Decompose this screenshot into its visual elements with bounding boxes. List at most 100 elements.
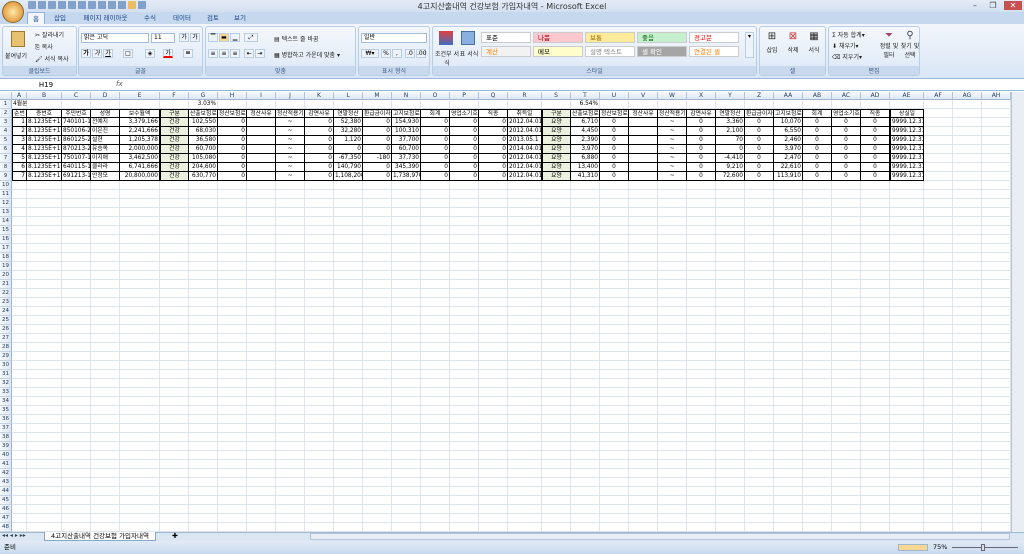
cell[interactable] xyxy=(247,325,276,334)
cell[interactable] xyxy=(218,226,247,235)
cell[interactable] xyxy=(982,244,1011,253)
cell[interactable] xyxy=(392,298,421,307)
cell[interactable] xyxy=(305,514,334,523)
cell[interactable] xyxy=(363,397,392,406)
autosum-button[interactable]: Σ 자동 합계▾ xyxy=(832,30,865,39)
data-cell[interactable]: 9999.12.31 xyxy=(890,136,924,145)
row-header[interactable]: 27 xyxy=(0,334,12,343)
cell[interactable] xyxy=(571,415,600,424)
cell[interactable] xyxy=(363,262,392,271)
cell[interactable] xyxy=(832,505,861,514)
data-cell[interactable]: 2012.04.01 xyxy=(508,154,542,163)
cell[interactable] xyxy=(479,316,508,325)
cell[interactable] xyxy=(832,433,861,442)
cell[interactable] xyxy=(861,181,890,190)
cell[interactable] xyxy=(861,424,890,433)
cell[interactable] xyxy=(803,397,832,406)
cell[interactable] xyxy=(861,199,890,208)
cell[interactable] xyxy=(924,523,953,532)
data-cell[interactable]: 0 xyxy=(363,136,392,145)
data-cell[interactable]: 이은진 xyxy=(91,127,120,136)
data-cell[interactable] xyxy=(247,172,276,181)
cell[interactable] xyxy=(479,181,508,190)
cell[interactable] xyxy=(479,271,508,280)
align-icon[interactable] xyxy=(128,1,136,9)
cell[interactable] xyxy=(982,289,1011,298)
cell[interactable] xyxy=(218,262,247,271)
cell[interactable] xyxy=(542,361,571,370)
data-cell[interactable]: 0 xyxy=(832,136,861,145)
cell[interactable] xyxy=(982,109,1011,118)
cell[interactable] xyxy=(363,361,392,370)
cell[interactable] xyxy=(542,352,571,361)
cell[interactable] xyxy=(27,325,62,334)
cell[interactable] xyxy=(953,136,982,145)
cell[interactable] xyxy=(247,433,276,442)
data-cell[interactable]: 691213-1 xyxy=(62,172,91,181)
data-cell[interactable]: 1,738,970 xyxy=(392,172,421,181)
cell[interactable] xyxy=(658,469,687,478)
cell[interactable] xyxy=(62,100,91,109)
cell[interactable] xyxy=(421,343,450,352)
cell[interactable] xyxy=(745,325,774,334)
cell[interactable] xyxy=(160,262,189,271)
cell[interactable] xyxy=(890,505,924,514)
cell[interactable] xyxy=(687,235,716,244)
cell[interactable] xyxy=(629,334,658,343)
cell[interactable] xyxy=(276,514,305,523)
column-header[interactable]: P xyxy=(450,92,479,100)
cell[interactable] xyxy=(189,199,218,208)
data-cell[interactable]: 9999.12.31 xyxy=(890,127,924,136)
cell[interactable] xyxy=(479,343,508,352)
cell[interactable] xyxy=(745,352,774,361)
cell[interactable] xyxy=(363,325,392,334)
cell[interactable] xyxy=(276,190,305,199)
cell[interactable] xyxy=(890,208,924,217)
cell[interactable] xyxy=(658,190,687,199)
cell[interactable] xyxy=(305,298,334,307)
cell[interactable] xyxy=(542,379,571,388)
merge-center-button[interactable]: ▦ 병합하고 가운데 맞춤 ▾ xyxy=(274,50,340,59)
cell[interactable] xyxy=(658,181,687,190)
cell[interactable] xyxy=(392,226,421,235)
percent-button[interactable]: % xyxy=(381,49,391,58)
data-cell[interactable]: 요양 xyxy=(542,127,571,136)
cell[interactable] xyxy=(62,424,91,433)
cell[interactable] xyxy=(91,397,120,406)
cell[interactable] xyxy=(363,100,392,109)
cell[interactable] xyxy=(392,262,421,271)
column-header[interactable]: N xyxy=(392,92,421,100)
data-cell[interactable]: 9,210 xyxy=(716,163,745,172)
cell[interactable] xyxy=(687,442,716,451)
cell[interactable] xyxy=(982,316,1011,325)
data-cell[interactable]: 3,360 xyxy=(716,118,745,127)
cell[interactable] xyxy=(450,505,479,514)
cell[interactable] xyxy=(745,298,774,307)
cell[interactable] xyxy=(982,253,1011,262)
data-cell[interactable]: 2012.04.01 xyxy=(508,127,542,136)
column-title-cell[interactable]: 회계 xyxy=(421,109,450,118)
data-cell[interactable]: 0 xyxy=(479,127,508,136)
cell[interactable] xyxy=(571,442,600,451)
cell[interactable] xyxy=(953,478,982,487)
data-cell[interactable]: 100,310 xyxy=(392,127,421,136)
cell[interactable] xyxy=(600,181,629,190)
cell[interactable] xyxy=(276,424,305,433)
cell[interactable] xyxy=(160,361,189,370)
row-header[interactable]: 38 xyxy=(0,433,12,442)
cell[interactable] xyxy=(774,415,803,424)
cell[interactable] xyxy=(629,226,658,235)
column-title-cell[interactable]: 구분 xyxy=(160,109,189,118)
cell[interactable] xyxy=(276,370,305,379)
cell[interactable] xyxy=(716,316,745,325)
data-cell[interactable]: 2012.04.01 xyxy=(508,163,542,172)
orientation-button[interactable]: ⤢ xyxy=(244,33,258,42)
cell[interactable] xyxy=(305,100,334,109)
cell[interactable]: 3.03% xyxy=(189,100,218,109)
cell[interactable] xyxy=(600,190,629,199)
cell[interactable] xyxy=(479,487,508,496)
cell[interactable] xyxy=(982,226,1011,235)
cell[interactable] xyxy=(542,397,571,406)
cell[interactable] xyxy=(861,253,890,262)
cell[interactable] xyxy=(218,433,247,442)
